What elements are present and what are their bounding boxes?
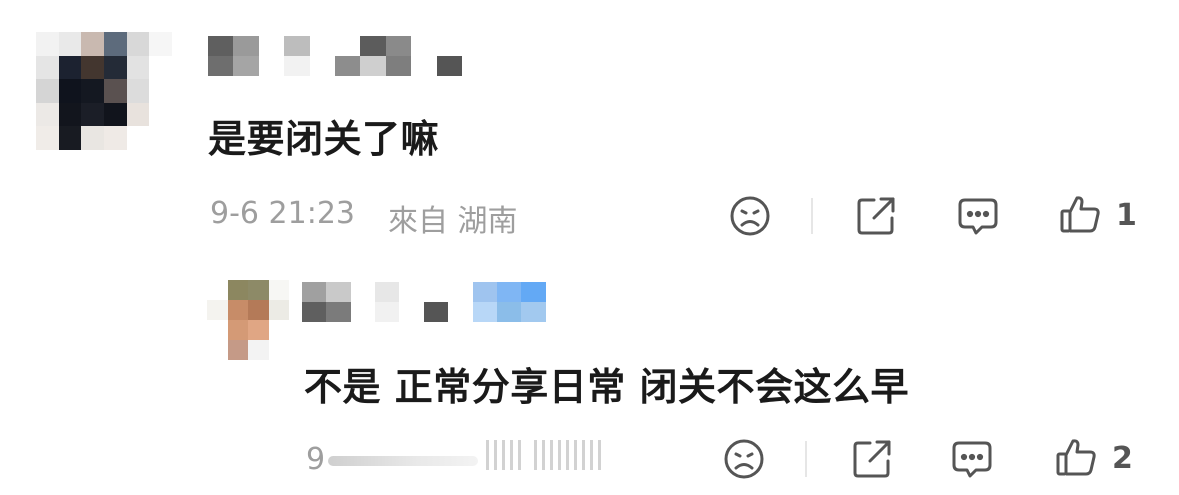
dislike-button[interactable] bbox=[728, 194, 772, 238]
reply-reply-button[interactable] bbox=[950, 437, 994, 481]
share-icon bbox=[853, 440, 891, 478]
comment-text: 是要闭关了嘛 bbox=[208, 117, 440, 161]
sad-face-icon bbox=[724, 439, 764, 479]
sad-face-icon bbox=[730, 196, 770, 236]
blurred-source bbox=[486, 440, 601, 470]
reply-date: 9 bbox=[306, 442, 326, 477]
username[interactable] bbox=[208, 36, 462, 76]
like-count: 1 bbox=[1116, 198, 1137, 233]
reply-share-button[interactable] bbox=[850, 437, 894, 481]
reply-username[interactable] bbox=[302, 282, 570, 322]
share-icon bbox=[857, 197, 895, 235]
reply-button[interactable] bbox=[956, 194, 1000, 238]
thumbs-up-icon bbox=[1056, 439, 1096, 476]
like-button[interactable] bbox=[1058, 192, 1102, 236]
reply-like-count: 2 bbox=[1112, 441, 1133, 476]
comment-bubble-icon bbox=[958, 198, 998, 235]
reply-text: 不是 正常分享日常 闭关不会这么早 bbox=[304, 365, 909, 409]
comment-source: 來自 湖南 bbox=[388, 204, 518, 239]
reply-dislike-button[interactable] bbox=[722, 437, 766, 481]
reply-avatar[interactable] bbox=[207, 280, 289, 360]
avatar[interactable] bbox=[36, 32, 172, 150]
divider bbox=[811, 198, 813, 234]
share-button[interactable] bbox=[854, 194, 898, 238]
thumbs-up-icon bbox=[1060, 196, 1100, 233]
comment-date: 9-6 21:23 bbox=[210, 196, 355, 231]
blurred-date bbox=[328, 456, 478, 466]
comment-bubble-icon bbox=[952, 441, 992, 478]
divider bbox=[805, 441, 807, 477]
reply-like-button[interactable] bbox=[1054, 435, 1098, 479]
